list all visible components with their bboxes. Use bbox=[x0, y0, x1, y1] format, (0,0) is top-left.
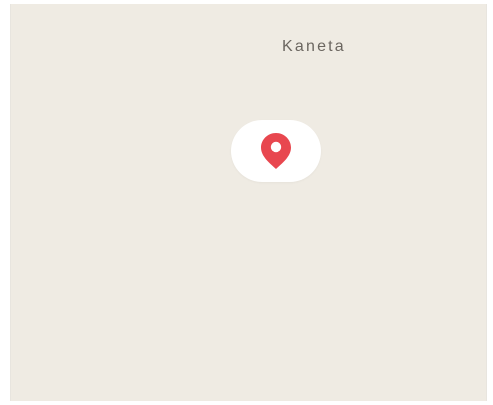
place-label: Kaneta bbox=[282, 38, 346, 55]
map-pin-icon bbox=[261, 133, 291, 169]
map-view[interactable]: Kaneta bbox=[10, 4, 487, 401]
location-marker[interactable] bbox=[231, 120, 321, 182]
